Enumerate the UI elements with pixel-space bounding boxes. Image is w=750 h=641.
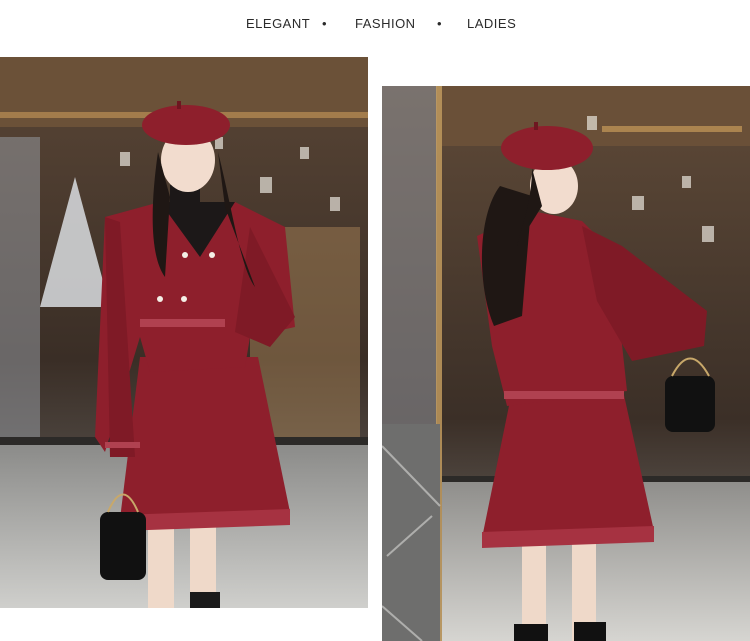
tag-elegant: ELEGANT bbox=[246, 16, 311, 31]
header: ELEGANT • FASHION • LADIES bbox=[0, 0, 750, 50]
front-photo-illustration bbox=[0, 57, 368, 608]
tag-ladies: LADIES bbox=[467, 16, 517, 31]
tag-fashion: FASHION bbox=[355, 16, 416, 31]
product-photo-back bbox=[382, 86, 750, 641]
separator-dot: • bbox=[437, 16, 442, 31]
separator-dot: • bbox=[322, 16, 327, 31]
product-photo-front bbox=[0, 57, 368, 608]
back-photo-illustration bbox=[382, 86, 750, 641]
